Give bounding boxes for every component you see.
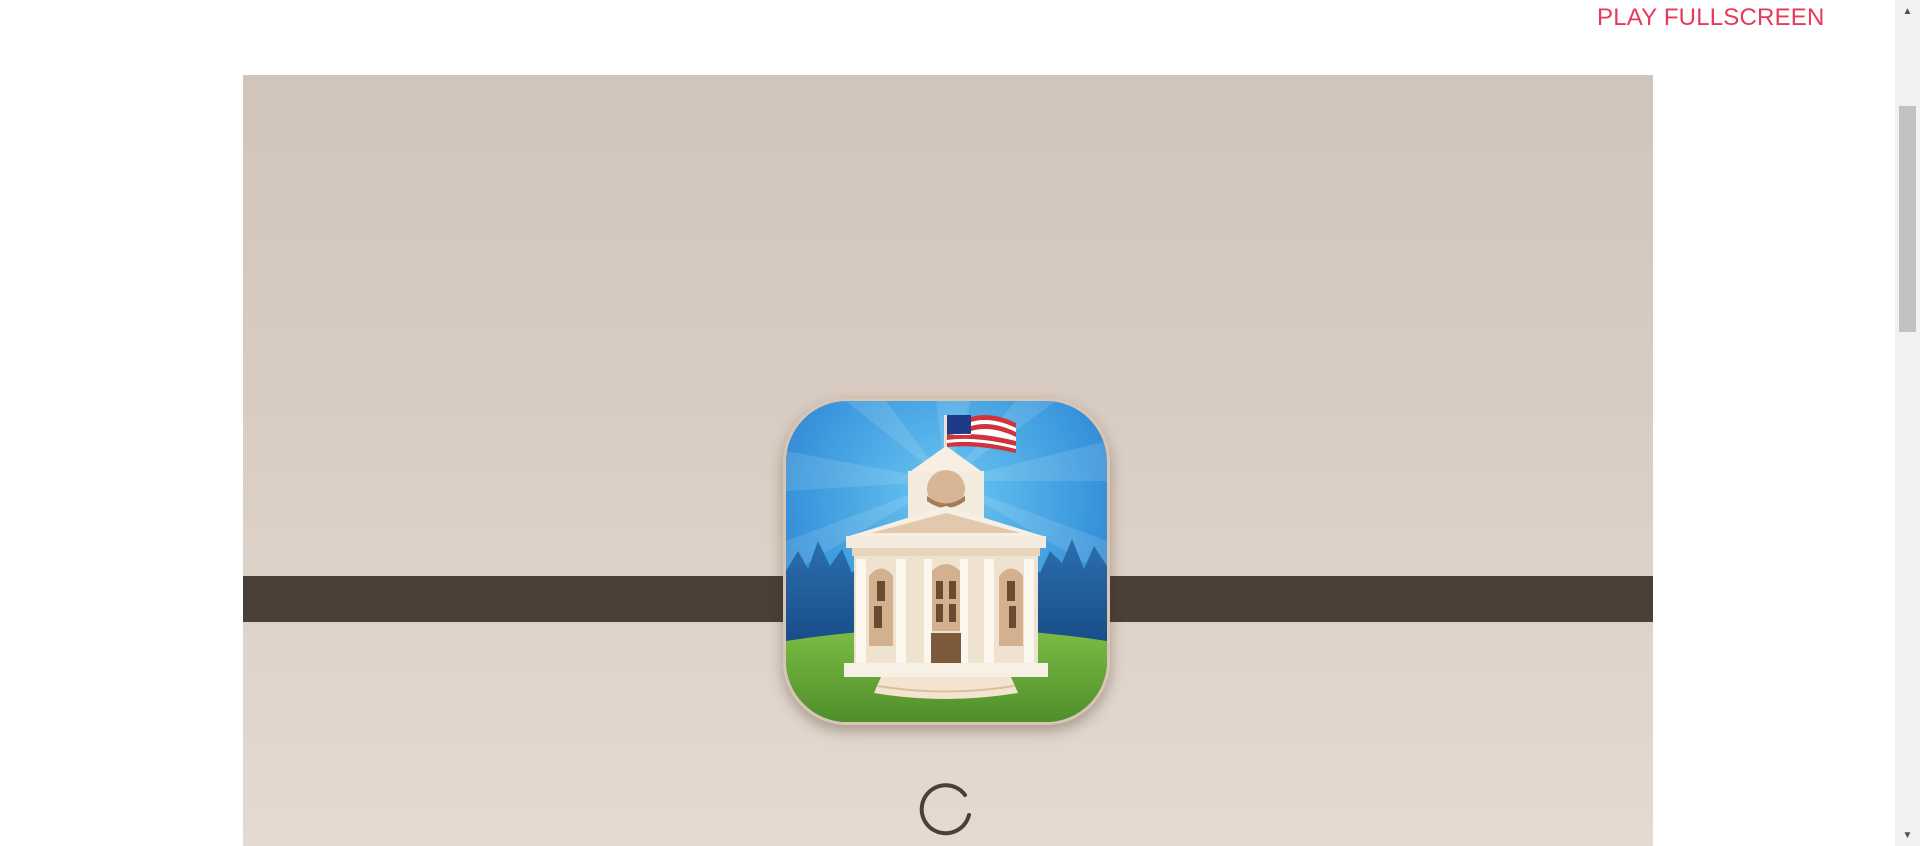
scrollbar-thumb[interactable] — [1899, 106, 1916, 332]
scroll-up-arrow-icon[interactable]: ▲ — [1895, 0, 1920, 22]
government-building-app-icon — [783, 398, 1110, 725]
loading-spinner-icon — [919, 781, 975, 837]
vertical-scrollbar[interactable]: ▲ ▼ — [1895, 0, 1920, 846]
play-fullscreen-link[interactable]: PLAY FULLSCREEN — [1597, 4, 1825, 32]
page: PLAY FULLSCREEN ▲ ▼ — [0, 0, 1920, 846]
game-frame[interactable] — [243, 75, 1653, 846]
scroll-down-arrow-icon[interactable]: ▼ — [1895, 824, 1920, 846]
